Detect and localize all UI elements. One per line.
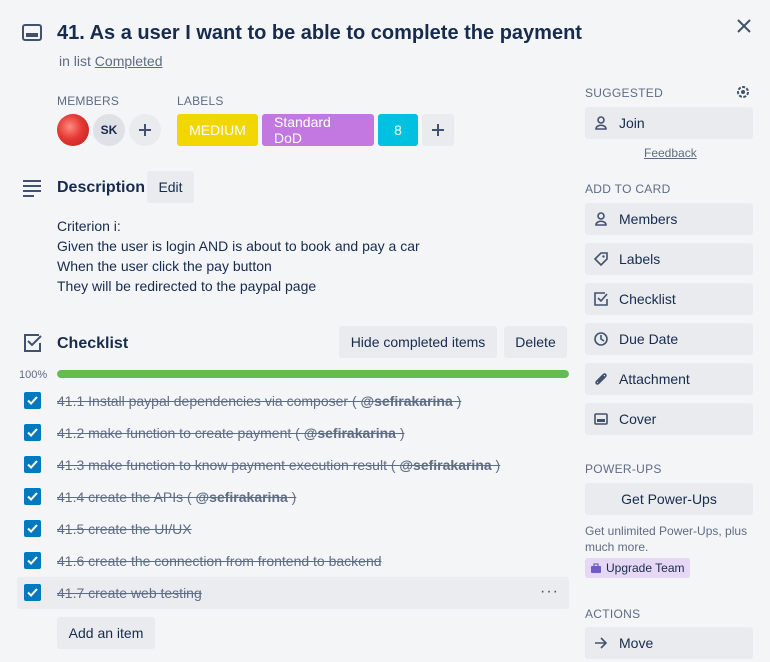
settings-button[interactable] bbox=[733, 82, 753, 102]
close-button[interactable] bbox=[730, 12, 758, 40]
labels-button-label: Labels bbox=[619, 251, 661, 267]
checkmark-icon bbox=[27, 556, 38, 565]
add-label-button[interactable] bbox=[422, 114, 454, 146]
members-button-label: Members bbox=[619, 211, 678, 227]
get-powerups-button[interactable]: Get Power-Ups bbox=[585, 483, 753, 515]
actions-label: ACTIONS bbox=[585, 607, 641, 621]
progress-bar bbox=[57, 370, 569, 378]
briefcase-icon bbox=[590, 562, 602, 574]
checkbox[interactable] bbox=[24, 488, 41, 505]
checklist-item-text[interactable]: 41.2 make function to create payment ( @… bbox=[57, 425, 405, 441]
checkmark-icon bbox=[27, 428, 38, 437]
description-heading: Description bbox=[57, 179, 146, 196]
paperclip-icon bbox=[593, 371, 609, 387]
checklist-item[interactable]: 41.4 create the APIs ( @sefirakarina ) bbox=[17, 481, 569, 513]
edit-description-button[interactable]: Edit bbox=[147, 171, 194, 203]
checkbox[interactable] bbox=[24, 520, 41, 537]
checkbox[interactable] bbox=[24, 552, 41, 569]
label-standard-dod[interactable]: Standard DoD bbox=[262, 114, 374, 146]
checklist-item[interactable]: 41.6 create the connection from frontend… bbox=[17, 545, 569, 577]
plus-icon bbox=[139, 124, 151, 136]
attachment-button-label: Attachment bbox=[619, 371, 690, 387]
add-to-card-label: ADD TO CARD bbox=[585, 182, 671, 196]
checklist-icon bbox=[23, 333, 43, 353]
move-button-label: Move bbox=[619, 635, 654, 651]
upgrade-team-button[interactable]: Upgrade Team bbox=[585, 558, 690, 578]
tag-icon bbox=[593, 251, 609, 267]
due-date-button-label: Due Date bbox=[619, 331, 679, 347]
checklist-item[interactable]: 41.3 make function to know payment execu… bbox=[17, 449, 569, 481]
arrow-right-icon bbox=[593, 635, 609, 651]
checkbox[interactable] bbox=[24, 392, 41, 409]
progress-percent: 100% bbox=[19, 369, 48, 381]
close-icon bbox=[737, 19, 751, 33]
progress-fill bbox=[57, 370, 569, 378]
checklist-item-text[interactable]: 41.4 create the APIs ( @sefirakarina ) bbox=[57, 489, 296, 505]
checklist-item[interactable]: 41.7 create web testing ··· bbox=[17, 577, 569, 609]
person-icon bbox=[593, 115, 609, 131]
powerups-note: Get unlimited Power-Ups, plus much more. bbox=[585, 524, 748, 554]
list-link[interactable]: Completed bbox=[95, 53, 163, 69]
join-button[interactable]: Join bbox=[585, 107, 753, 139]
due-date-button[interactable]: Due Date bbox=[585, 323, 753, 355]
checklist-icon bbox=[593, 291, 609, 307]
description-line: When the user click the pay button bbox=[57, 258, 272, 274]
in-list-text: in list Completed bbox=[59, 53, 163, 69]
card-icon bbox=[22, 24, 42, 42]
join-label: Join bbox=[619, 115, 645, 131]
suggested-label: SUGGESTED bbox=[585, 86, 664, 100]
checklist-item[interactable]: 41.5 create the UI/UX bbox=[17, 513, 569, 545]
move-button[interactable]: Move bbox=[585, 627, 753, 659]
attachment-button[interactable]: Attachment bbox=[585, 363, 753, 395]
powerups-label: POWER-UPS bbox=[585, 462, 662, 476]
checklist-item[interactable]: 41.1 Install paypal dependencies via com… bbox=[17, 385, 569, 417]
label-points[interactable]: 8 bbox=[378, 114, 418, 146]
in-list-prefix: in list bbox=[59, 53, 91, 69]
checklist-item-text[interactable]: 41.3 make function to know payment execu… bbox=[57, 457, 500, 473]
gear-icon bbox=[737, 86, 749, 98]
checklist-item-text[interactable]: 41.5 create the UI/UX bbox=[57, 521, 192, 537]
description-line: They will be redirected to the paypal pa… bbox=[57, 278, 317, 294]
checkmark-icon bbox=[27, 588, 38, 597]
checkbox[interactable] bbox=[24, 424, 41, 441]
label-medium[interactable]: MEDIUM bbox=[177, 114, 258, 146]
checklist-item-text[interactable]: 41.6 create the connection from frontend… bbox=[57, 553, 382, 569]
description-line: Given the user is login AND is about to … bbox=[57, 238, 420, 254]
feedback-link[interactable]: Feedback bbox=[644, 146, 697, 160]
checkmark-icon bbox=[27, 460, 38, 469]
add-item-button[interactable]: Add an item bbox=[57, 617, 155, 649]
checkbox[interactable] bbox=[24, 456, 41, 473]
checklist-item-text[interactable]: 41.7 create web testing bbox=[57, 585, 202, 601]
description-line: Criterion i: bbox=[57, 218, 121, 234]
description-icon bbox=[22, 178, 42, 198]
card-title[interactable]: 41. As a user I want to be able to compl… bbox=[57, 22, 582, 45]
avatar[interactable] bbox=[57, 114, 89, 146]
upgrade-team-label: Upgrade Team bbox=[606, 561, 685, 575]
checklist-item[interactable]: 41.2 make function to create payment ( @… bbox=[17, 417, 569, 449]
members-button[interactable]: Members bbox=[585, 203, 753, 235]
checklist-item-text[interactable]: 41.1 Install paypal dependencies via com… bbox=[57, 393, 461, 409]
clock-icon bbox=[593, 331, 609, 347]
labels-button[interactable]: Labels bbox=[585, 243, 753, 275]
checklist-heading[interactable]: Checklist bbox=[57, 335, 128, 353]
cover-button-label: Cover bbox=[619, 411, 657, 427]
avatar-sk[interactable]: SK bbox=[93, 114, 125, 146]
hide-completed-button[interactable]: Hide completed items bbox=[339, 326, 497, 358]
checklist-button-label: Checklist bbox=[619, 291, 676, 307]
delete-checklist-button[interactable]: Delete bbox=[504, 326, 567, 358]
plus-icon bbox=[432, 124, 444, 136]
checkmark-icon bbox=[27, 524, 38, 533]
description-text[interactable]: Criterion i: Given the user is login AND… bbox=[57, 216, 420, 296]
checklist-button[interactable]: Checklist bbox=[585, 283, 753, 315]
checkmark-icon bbox=[27, 396, 38, 405]
checkbox[interactable] bbox=[24, 584, 41, 601]
labels-label: LABELS bbox=[177, 94, 224, 108]
cover-icon bbox=[593, 411, 609, 427]
add-member-button[interactable] bbox=[129, 114, 161, 146]
more-options-icon[interactable]: ··· bbox=[540, 583, 559, 601]
person-icon bbox=[593, 211, 609, 227]
checkmark-icon bbox=[27, 492, 38, 501]
cover-button[interactable]: Cover bbox=[585, 403, 753, 435]
members-label: MEMBERS bbox=[57, 94, 120, 108]
